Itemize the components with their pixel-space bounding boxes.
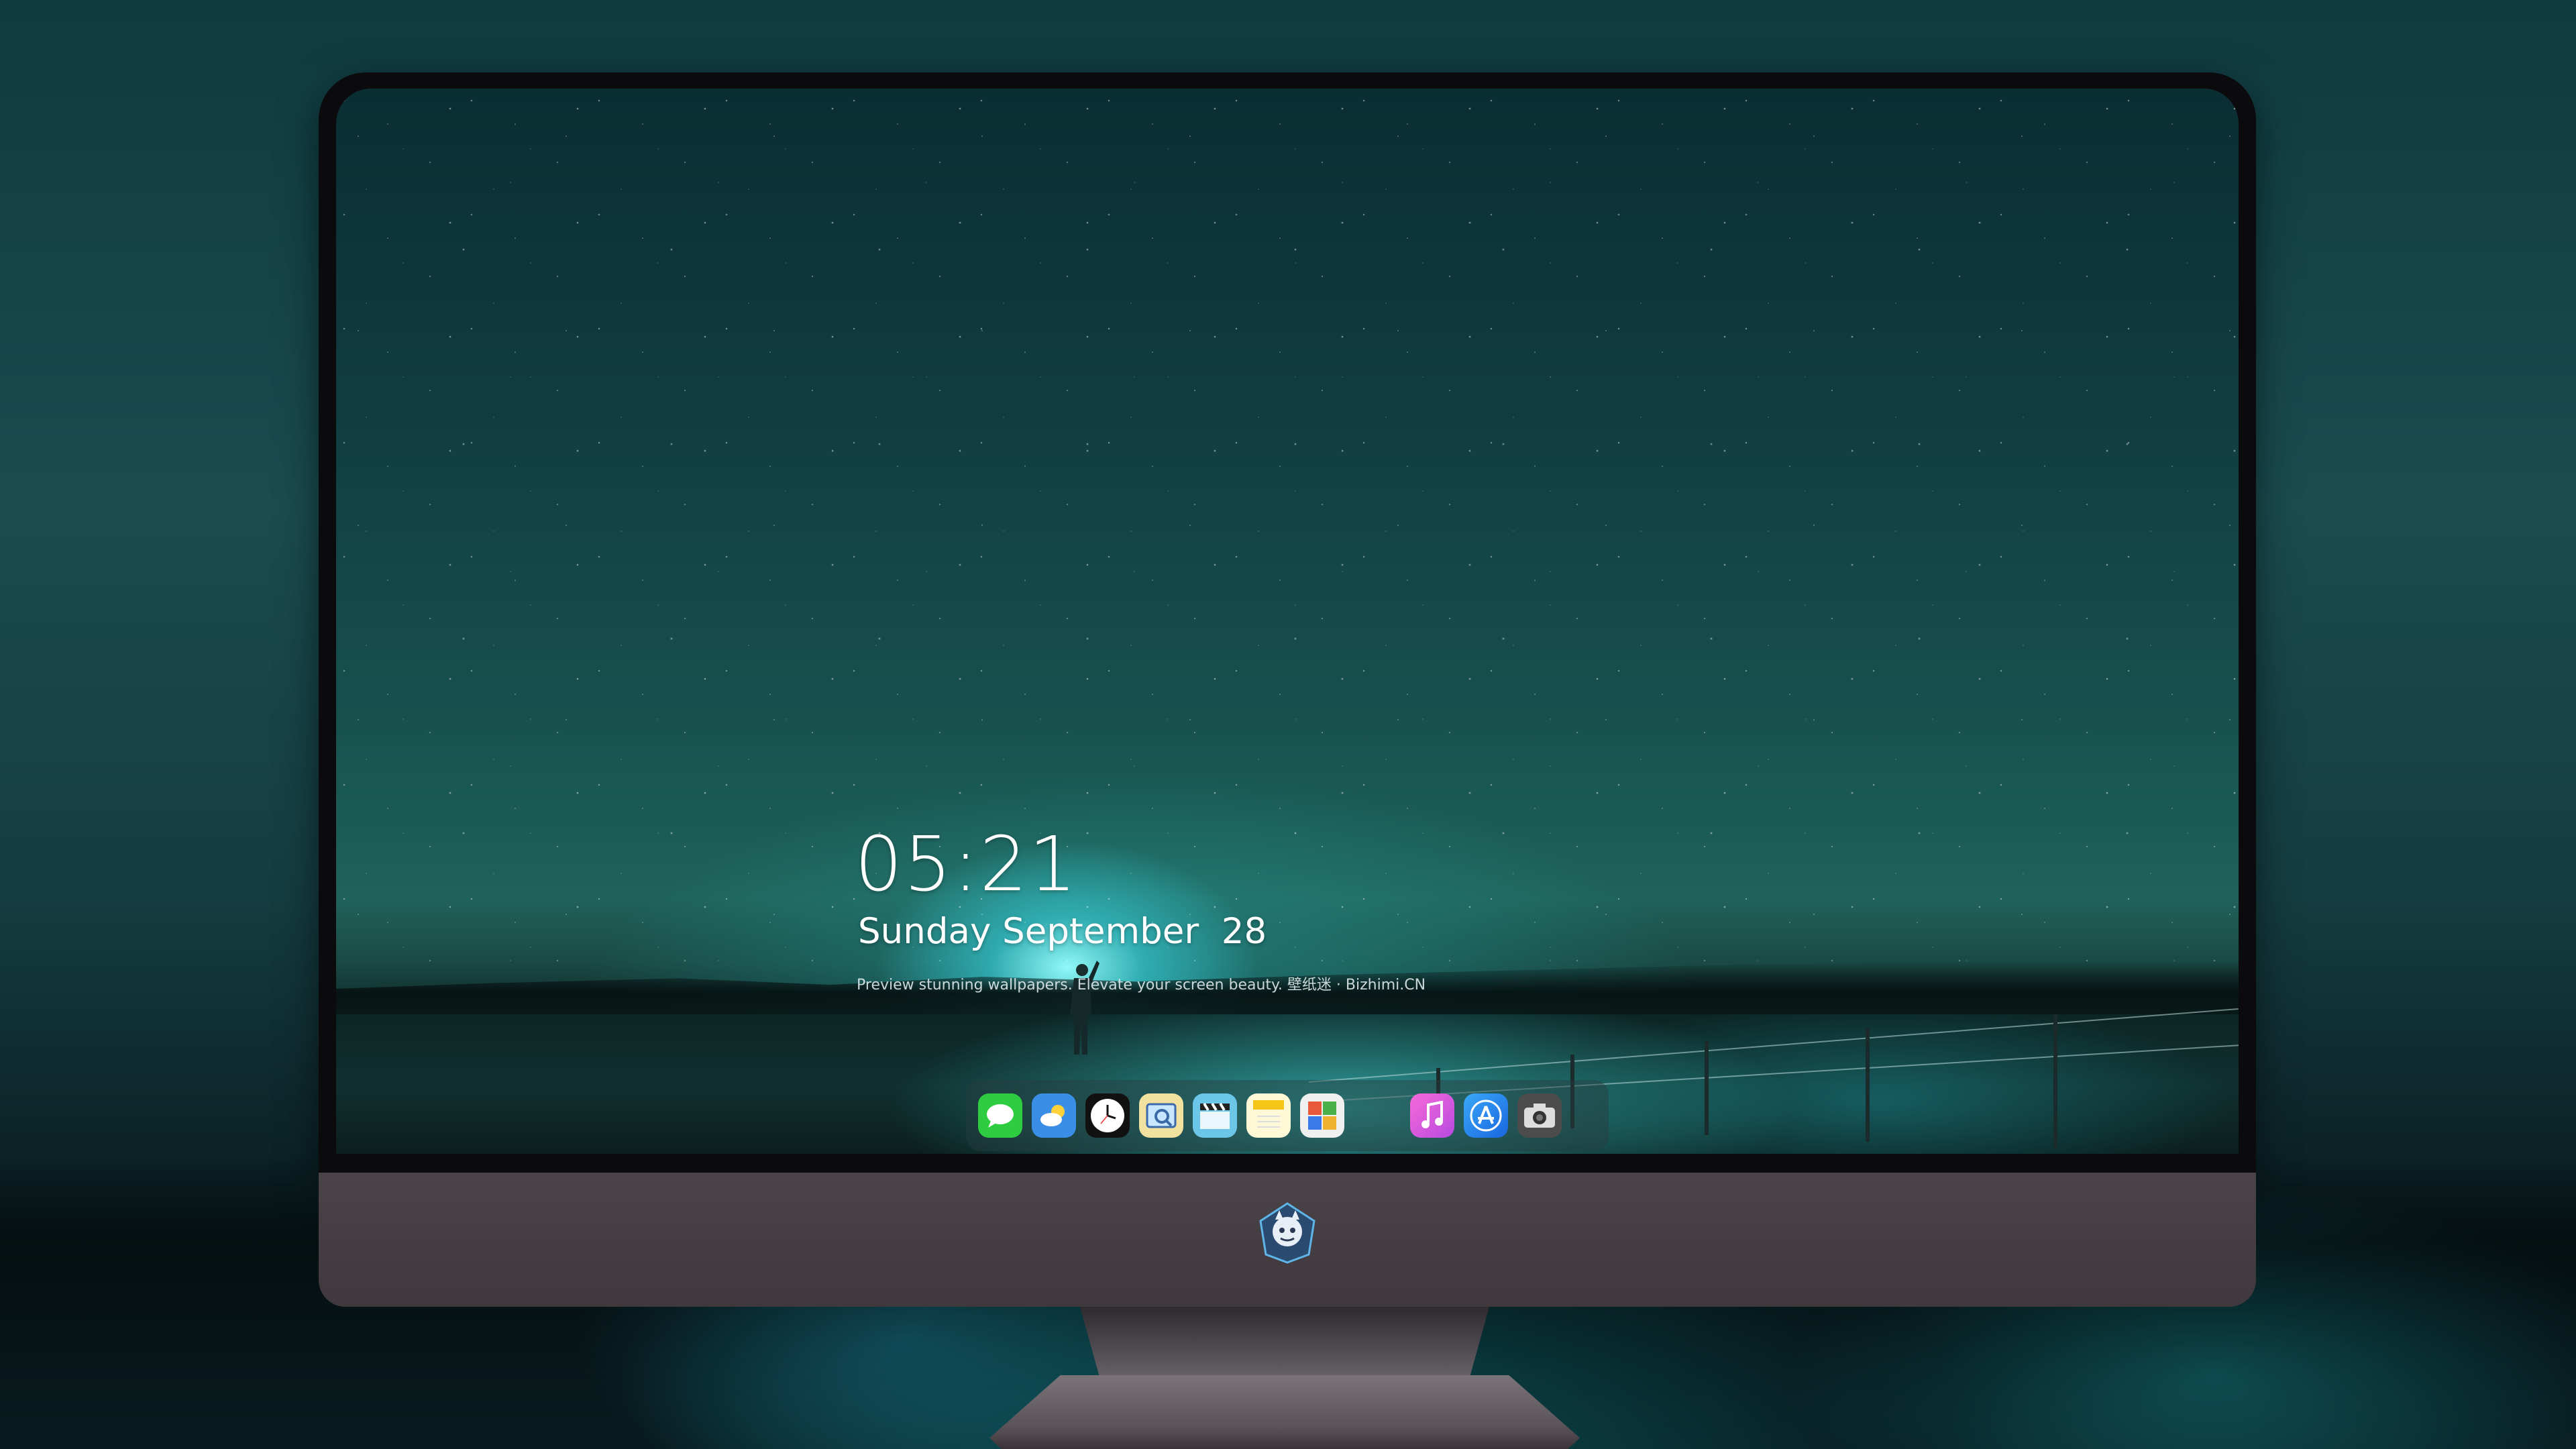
app-store-icon[interactable] [1464,1093,1508,1138]
starfield-layer [336,89,2239,974]
lock-time: 05:21 [855,821,1078,908]
clock-icon[interactable] [1085,1093,1130,1138]
fence-post [1866,1028,1870,1142]
app-dock [966,1080,1609,1151]
photo-booth-icon[interactable] [1300,1093,1344,1138]
wallpaper-tagline: Preview stunning wallpapers. Elevate you… [857,977,1426,994]
monitor-bezel: 05:21 Sunday September 28 Preview stunni… [319,72,2256,1173]
monitor-stand-neck [1080,1307,1489,1381]
music-icon[interactable] [1410,1093,1454,1138]
messages-icon[interactable] [978,1093,1022,1138]
lock-date: Sunday September 28 [858,911,1267,952]
monitor-chin [319,1173,2256,1307]
clapper-icon[interactable] [1193,1093,1237,1138]
preview-icon[interactable] [1139,1093,1183,1138]
notes-icon[interactable] [1246,1093,1291,1138]
fence-post [2053,1014,2057,1148]
mascot-logo-icon [1259,1202,1316,1264]
camera-icon[interactable] [1517,1093,1562,1138]
monitor-stand-base [989,1375,1580,1449]
weather-icon[interactable] [1032,1093,1076,1138]
screen: 05:21 Sunday September 28 Preview stunni… [336,89,2239,1154]
fence-post [1705,1041,1709,1135]
